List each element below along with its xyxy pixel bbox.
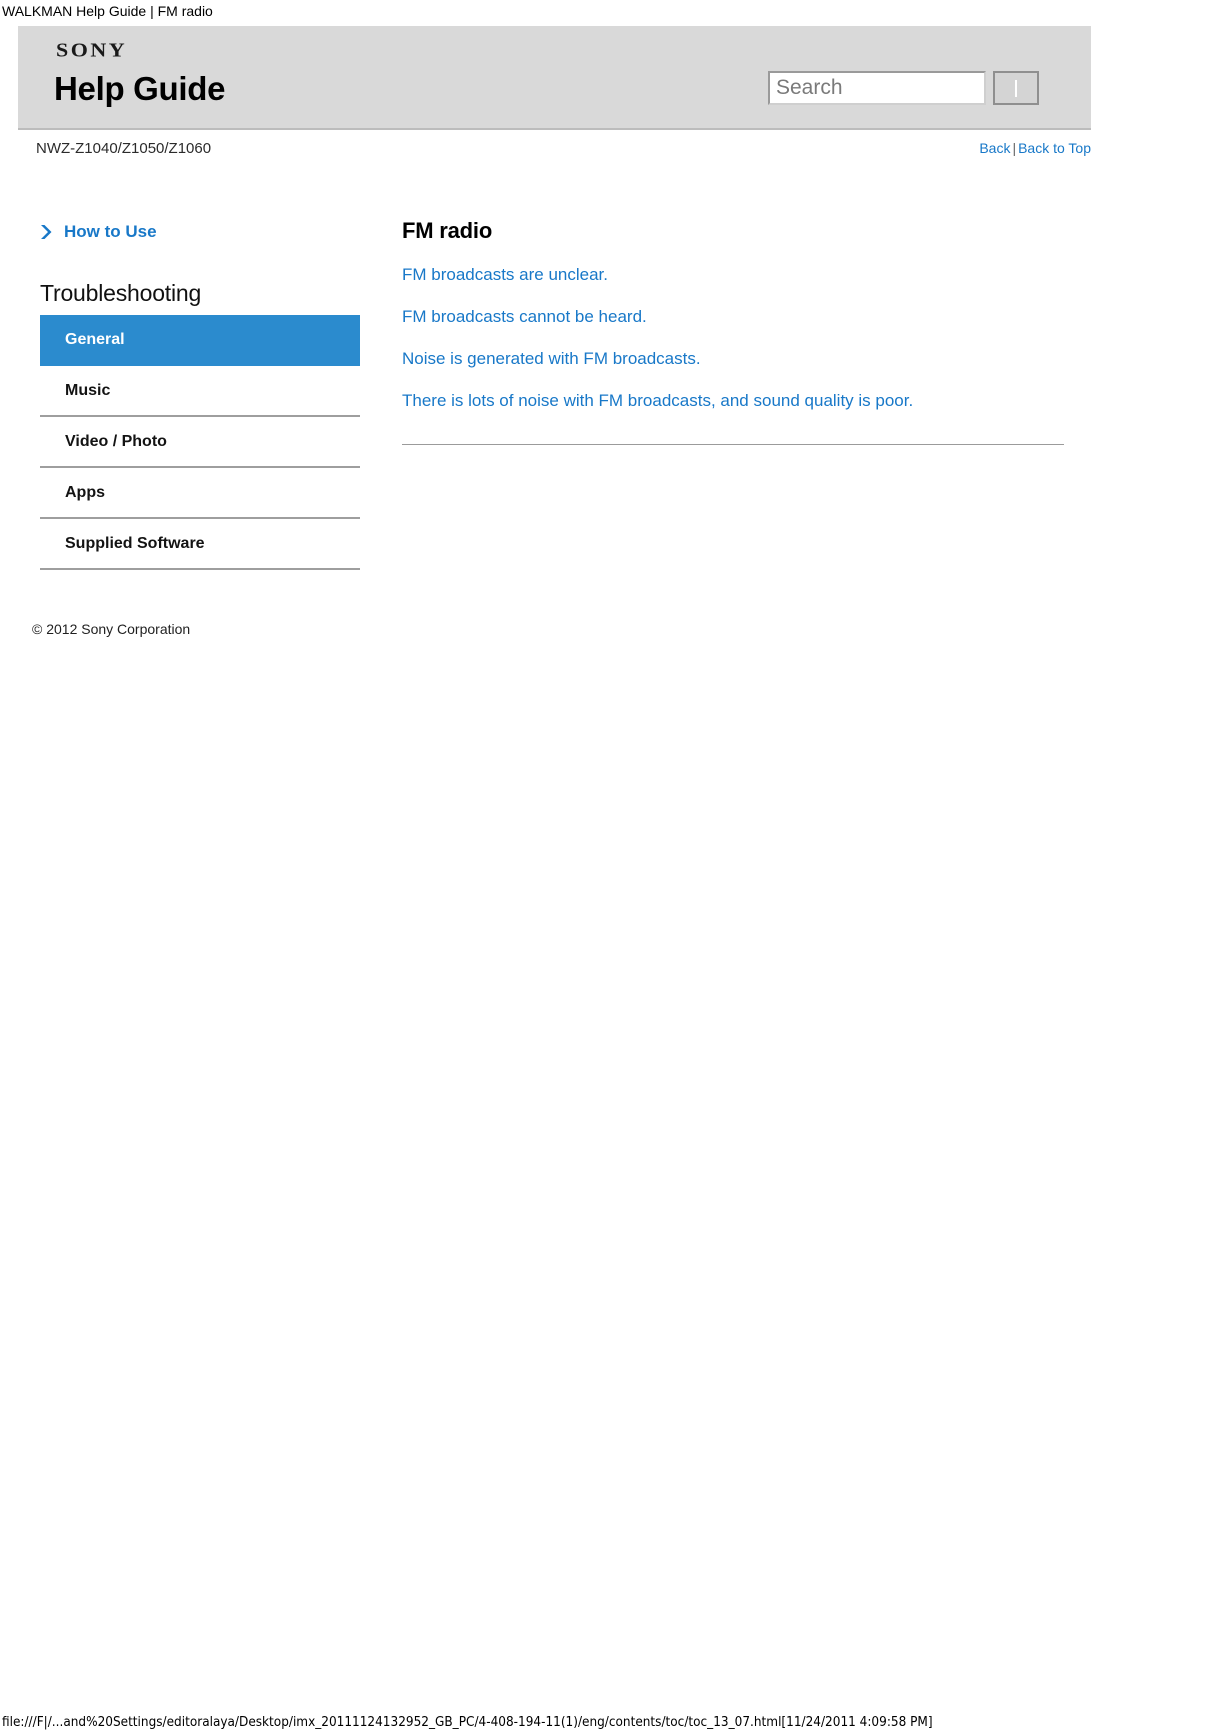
sidebar-nav-list: General Music Video / Photo Apps Supplie… [40,315,360,570]
sidebar-item-music[interactable]: Music [40,366,360,417]
sidebar-item-video-photo[interactable]: Video / Photo [40,417,360,468]
copyright-notice: © 2012 Sony Corporation [32,621,191,637]
sidebar-item-label: Video / Photo [65,432,167,450]
sony-logo: SONY [56,38,128,61]
sidebar-item-general[interactable]: General [40,315,360,366]
browser-status-bar: file:///F|/...and%20Settings/editoralaya… [2,1715,933,1730]
content-divider [402,444,1064,445]
content-link[interactable]: There is lots of noise with FM broadcast… [402,391,913,411]
page-title: Help Guide [54,70,226,107]
sidebar-item-supplied-software[interactable]: Supplied Software [40,519,360,570]
sidebar-item-how-to-use[interactable]: How to Use [40,222,157,242]
sidebar-item-label: Music [65,381,111,399]
sidebar-item-label: Supplied Software [65,534,205,552]
main-content: FM radio FM broadcasts are unclear. FM b… [402,218,1064,445]
content-title: FM radio [402,218,493,243]
content-link[interactable]: Noise is generated with FM broadcasts. [402,349,701,369]
chevron-right-icon [40,224,55,240]
sidebar-item-label: Apps [65,483,105,501]
browser-page-title: WALKMAN Help Guide | FM radio [2,3,213,19]
back-link[interactable]: Back [979,140,1010,156]
sidebar: How to Use Troubleshooting General Music… [40,222,360,570]
nav-separator: | [1012,140,1017,156]
search-input[interactable] [768,71,986,105]
sidebar-section-heading: Troubleshooting [40,280,202,306]
search-button[interactable] [993,71,1039,105]
model-number: NWZ-Z1040/Z1050/Z1060 [36,140,212,157]
search-button-face [1015,79,1017,97]
header-nav-links: Back | Back to Top [979,140,1091,156]
how-to-use-label: How to Use [64,222,157,241]
back-to-top-link[interactable]: Back to Top [1018,140,1091,156]
model-and-nav-row: NWZ-Z1040/Z1050/Z1060 Back | Back to Top [18,140,1091,166]
search-area [768,71,1039,105]
sidebar-item-apps[interactable]: Apps [40,468,360,519]
content-link[interactable]: FM broadcasts are unclear. [402,265,608,285]
content-link[interactable]: FM broadcasts cannot be heard. [402,307,647,327]
sidebar-item-label: General [65,330,125,348]
